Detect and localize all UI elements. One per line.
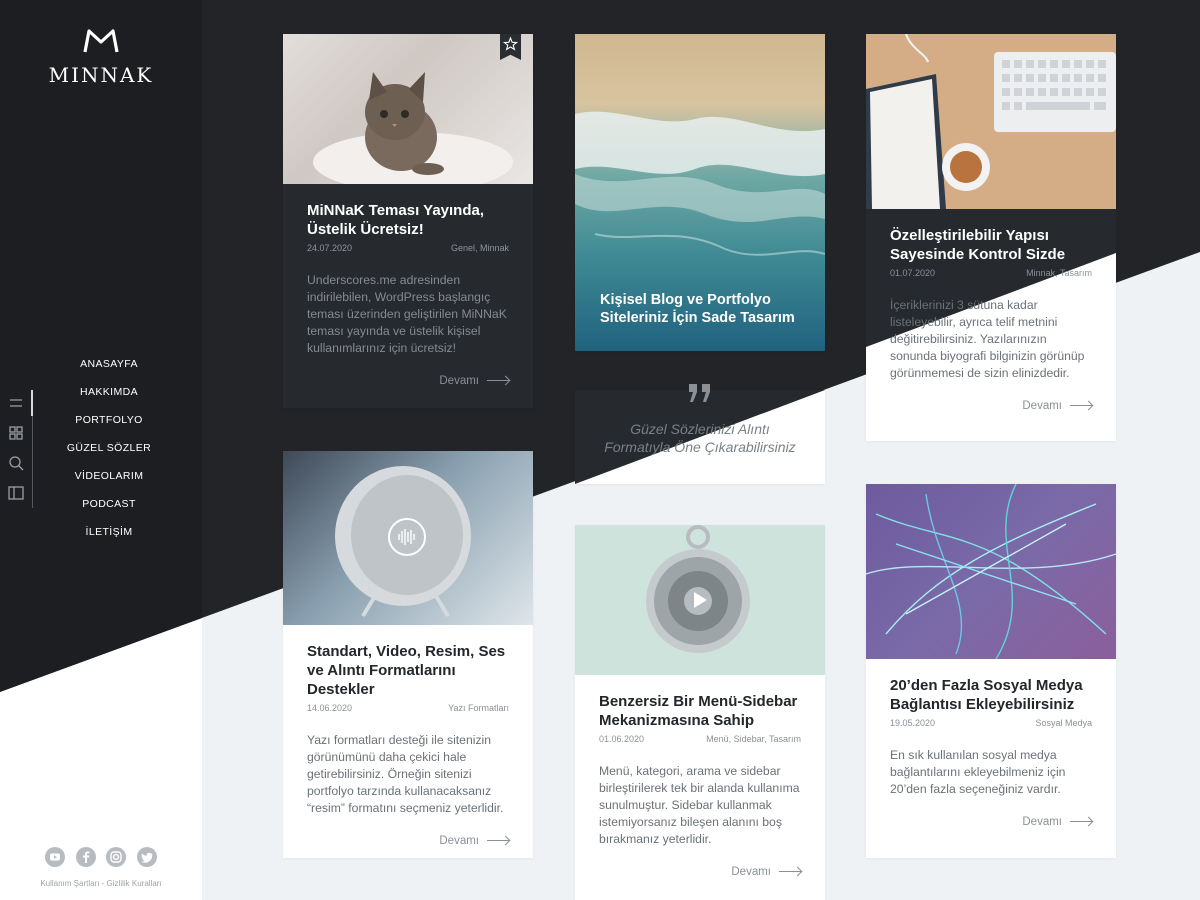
arrow-right-icon xyxy=(487,840,509,842)
youtube-icon[interactable] xyxy=(45,847,66,867)
menu-icon[interactable] xyxy=(7,394,25,412)
post-date: 01.06.2020 xyxy=(599,734,645,744)
read-more-label: Devamı xyxy=(439,835,479,847)
post-title[interactable]: Özelleştirilebilir Yapısı Sayesinde Kont… xyxy=(890,226,1092,264)
post-excerpt: Underscores.me adresinden indirilebilen,… xyxy=(307,273,507,355)
play-icon xyxy=(694,592,707,608)
read-more-label: Devamı xyxy=(1022,400,1062,412)
post-title[interactable]: 20’den Fazla Sosyal Medya Bağlantısı Ekl… xyxy=(890,676,1092,714)
post-categories[interactable]: Genel, Minnak xyxy=(451,243,509,253)
nav-item-anasayfa[interactable]: ANASAYFA xyxy=(30,354,188,382)
search-icon[interactable] xyxy=(7,454,25,472)
arrow-right-icon xyxy=(487,380,509,382)
nav-item-videolarim[interactable]: VİDEOLARIM xyxy=(30,466,188,494)
post-card-standart-formatlar[interactable]: Standart, Video, Resim, Ses ve Alıntı Fo… xyxy=(283,451,533,858)
post-title[interactable]: Standart, Video, Resim, Ses ve Alıntı Fo… xyxy=(307,642,509,699)
post-title[interactable]: Benzersiz Bir Menü-Sidebar Mekanizmasına… xyxy=(599,692,801,730)
post-date: 14.06.2020 xyxy=(307,703,353,713)
nav-item-iletisim[interactable]: İLETİŞİM xyxy=(30,522,188,550)
read-more-label: Devamı xyxy=(439,375,479,387)
video-play-button[interactable] xyxy=(686,587,712,613)
legal-links[interactable]: Kullanım Şartları - Gizlilik Kuralları xyxy=(0,879,202,888)
site-logo[interactable]: MINNAK xyxy=(0,28,202,87)
post-title[interactable]: Kişisel Blog ve Portfolyo Siteleriniz İç… xyxy=(600,291,800,327)
post-card-minnak-temasi[interactable]: MiNNaK Teması Yayında, Üstelik Ücretsiz!… xyxy=(283,34,533,408)
desk-image xyxy=(866,34,1116,209)
post-date: 24.07.2020 xyxy=(307,243,353,253)
read-more-label: Devamı xyxy=(1022,816,1062,828)
nav-item-hakkimda[interactable]: HAKKIMDA xyxy=(30,382,188,410)
post-categories[interactable]: Yazı Formatları xyxy=(448,703,509,713)
twitter-icon[interactable] xyxy=(136,847,157,867)
social-links xyxy=(0,847,202,867)
post-card-menu-sidebar[interactable]: Benzersiz Bir Menü-Sidebar Mekanizmasına… xyxy=(575,525,825,900)
instagram-icon[interactable] xyxy=(106,847,127,867)
quote-card[interactable]: Güzel Sözlerinizi Alıntı Formatıyla Öne … xyxy=(575,384,825,484)
read-more-label: Devamı xyxy=(731,866,771,878)
post-excerpt: İçeriklerinizi 3 sütuna kadar listeleyeb… xyxy=(890,298,1085,380)
nav-item-podcast[interactable]: PODCAST xyxy=(30,494,188,522)
read-more-link[interactable]: Devamı xyxy=(599,866,801,878)
logo-mark-icon xyxy=(83,29,119,53)
post-categories[interactable]: Menü, Sidebar, Tasarım xyxy=(706,734,801,744)
read-more-link[interactable]: Devamı xyxy=(307,835,509,847)
quote-icon xyxy=(575,382,825,409)
post-excerpt: Yazı formatları desteği ile sitenizin gö… xyxy=(307,733,504,815)
grid-icon[interactable] xyxy=(7,424,25,442)
post-card-kisisel-blog[interactable]: Kişisel Blog ve Portfolyo Siteleriniz İç… xyxy=(575,34,825,351)
read-more-link[interactable]: Devamı xyxy=(890,400,1092,412)
nav-item-portfolyo[interactable]: PORTFOLYO xyxy=(30,410,188,438)
post-card-sosyal-medya[interactable]: 20’den Fazla Sosyal Medya Bağlantısı Ekl… xyxy=(866,484,1116,858)
quote-text: Güzel Sözlerinizi Alıntı Formatıyla Öne … xyxy=(604,421,796,455)
main-nav: ANASAYFA HAKKIMDA PORTFOLYO GÜZEL SÖZLER… xyxy=(30,354,188,550)
audio-play-button[interactable] xyxy=(388,518,426,556)
arrow-right-icon xyxy=(1070,821,1092,823)
sidebar-icon[interactable] xyxy=(7,484,25,502)
sidebar-footer-area xyxy=(0,692,202,900)
post-title[interactable]: MiNNaK Teması Yayında, Üstelik Ücretsiz! xyxy=(307,201,509,239)
post-date: 01.07.2020 xyxy=(890,268,936,278)
site-name: MINNAK xyxy=(48,63,154,87)
post-categories[interactable]: Sosyal Medya xyxy=(1035,718,1092,728)
light-trails-image xyxy=(866,484,1116,659)
watch-image xyxy=(575,525,825,675)
audio-wave-icon xyxy=(398,529,415,545)
tool-rail xyxy=(6,390,33,508)
post-date: 19.05.2020 xyxy=(890,718,936,728)
post-excerpt: En sık kullanılan sosyal medya bağlantıl… xyxy=(890,748,1066,796)
facebook-icon[interactable] xyxy=(75,847,96,867)
speaker-image xyxy=(283,451,533,625)
read-more-link[interactable]: Devamı xyxy=(307,375,509,387)
post-card-ozellestirilebilir[interactable]: Özelleştirilebilir Yapısı Sayesinde Kont… xyxy=(866,34,1116,441)
kitten-illustration xyxy=(313,72,513,184)
kitten-image xyxy=(283,34,533,184)
nav-item-guzel-sozler[interactable]: GÜZEL SÖZLER xyxy=(30,438,188,466)
post-categories[interactable]: Minnak, Tasarım xyxy=(1026,268,1092,278)
arrow-right-icon xyxy=(779,871,801,873)
star-icon xyxy=(502,36,519,51)
light-trails-illustration xyxy=(866,484,1116,659)
read-more-link[interactable]: Devamı xyxy=(890,816,1092,828)
desk-illustration xyxy=(866,34,1116,209)
post-excerpt: Menü, kategori, arama ve sidebar birleşt… xyxy=(599,764,800,846)
arrow-right-icon xyxy=(1070,405,1092,407)
